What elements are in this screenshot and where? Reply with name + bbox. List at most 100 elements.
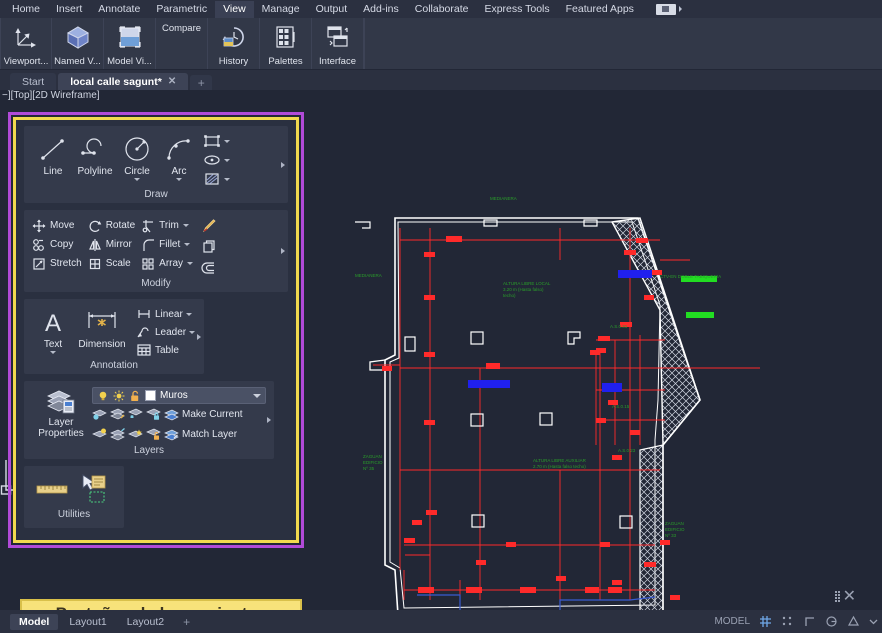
ribbon-tab-collaborate[interactable]: Collaborate bbox=[407, 1, 477, 18]
drag-handle-icon[interactable] bbox=[834, 590, 840, 602]
unlock-icon[interactable] bbox=[129, 390, 141, 402]
tool-copy[interactable]: Copy bbox=[32, 235, 88, 254]
layout-tab-layout2[interactable]: Layout2 bbox=[118, 614, 173, 630]
layer-unisolate-icon[interactable] bbox=[110, 427, 125, 441]
chevron-down-icon[interactable] bbox=[224, 177, 230, 181]
new-tab-button[interactable]: + bbox=[190, 75, 213, 90]
ribbon-button-palettes[interactable]: Palettes bbox=[260, 18, 312, 69]
tool-polyline[interactable]: Polyline bbox=[74, 132, 116, 177]
match-layer-icon[interactable] bbox=[164, 427, 179, 441]
ribbon-button-interface[interactable]: Interface bbox=[312, 18, 364, 69]
file-tab-drawing[interactable]: local calle sagunt* ✕ bbox=[58, 73, 189, 90]
ribbon-tab-home[interactable]: Home bbox=[4, 1, 48, 18]
chevron-down-icon[interactable] bbox=[869, 617, 878, 626]
tool-move[interactable]: Move bbox=[32, 216, 88, 235]
lightbulb-on-icon[interactable] bbox=[97, 390, 109, 402]
ribbon-button-named-views[interactable]: Named V... bbox=[52, 18, 104, 69]
ribbon-tab-express-tools[interactable]: Express Tools bbox=[476, 1, 557, 18]
chevron-down-icon[interactable] bbox=[134, 178, 140, 181]
grid-icon[interactable] bbox=[759, 615, 772, 628]
ribbon-tab-addins[interactable]: Add-ins bbox=[355, 1, 407, 18]
osnap-icon[interactable] bbox=[847, 615, 860, 628]
close-icon[interactable]: ✕ bbox=[168, 76, 176, 87]
ribbon-button-viewport[interactable]: Viewport... bbox=[0, 18, 52, 69]
layer-isolate-icon[interactable] bbox=[110, 407, 125, 421]
drawing-canvas[interactable]: −][Top][2D Wireframe] MEDIANERA MEDIANER… bbox=[0, 90, 882, 610]
ribbon-tab-manage[interactable]: Manage bbox=[254, 1, 308, 18]
ribbon-button-model-viewports[interactable]: Model Vi... bbox=[104, 18, 156, 69]
make-current-label[interactable]: Make Current bbox=[182, 409, 243, 420]
close-icon[interactable]: ✕ bbox=[843, 586, 856, 606]
tool-line[interactable]: Line bbox=[32, 132, 74, 177]
chevron-down-icon[interactable] bbox=[184, 243, 191, 246]
add-layout-button[interactable]: + bbox=[175, 615, 198, 629]
layer-lock-icon[interactable] bbox=[146, 407, 161, 421]
layer-freeze-icon[interactable] bbox=[128, 407, 143, 421]
tool-text[interactable]: A Text bbox=[32, 305, 74, 354]
tool-rectangle[interactable] bbox=[203, 132, 230, 150]
ribbon-tab-featured-apps[interactable]: Featured Apps bbox=[558, 1, 642, 18]
measure-ruler-icon[interactable] bbox=[36, 474, 70, 500]
chevron-down-icon[interactable] bbox=[50, 351, 56, 354]
chevron-down-icon[interactable] bbox=[224, 139, 230, 143]
ribbon-tab-view[interactable]: View bbox=[215, 0, 254, 18]
file-tab-start[interactable]: Start bbox=[10, 73, 57, 90]
chevron-down-icon[interactable] bbox=[224, 158, 230, 162]
tool-ellipse[interactable] bbox=[203, 151, 230, 169]
tool-mirror[interactable]: Mirror bbox=[88, 235, 141, 254]
layer-unlock-icon[interactable] bbox=[146, 427, 161, 441]
ribbon-tab-annotate[interactable]: Annotate bbox=[90, 1, 148, 18]
layer-thaw-icon[interactable] bbox=[128, 427, 143, 441]
tool-array[interactable]: Array bbox=[141, 254, 199, 273]
layout-tab-model[interactable]: Model bbox=[10, 613, 59, 630]
polar-icon[interactable] bbox=[825, 615, 838, 628]
panel-expand-arrow[interactable] bbox=[281, 248, 285, 254]
sun-freeze-icon[interactable] bbox=[113, 390, 125, 402]
app-menu-icon[interactable] bbox=[655, 3, 676, 15]
chevron-down-icon[interactable] bbox=[189, 330, 196, 334]
snap-icon[interactable] bbox=[781, 615, 794, 628]
match-layer-label[interactable]: Match Layer bbox=[182, 429, 237, 440]
tool-arc[interactable]: Arc bbox=[158, 132, 200, 181]
tool-scale[interactable]: Scale bbox=[88, 254, 141, 273]
chevron-down-icon[interactable] bbox=[678, 6, 682, 12]
tool-explode[interactable] bbox=[201, 237, 217, 256]
tool-layer-properties[interactable]: Layer Properties bbox=[32, 387, 90, 444]
layout-tab-layout1[interactable]: Layout1 bbox=[60, 614, 115, 630]
ribbon-button-history[interactable]: History bbox=[208, 18, 260, 69]
tool-stretch[interactable]: Stretch bbox=[32, 254, 88, 273]
ortho-icon[interactable] bbox=[803, 615, 816, 628]
quick-select-icon[interactable] bbox=[80, 474, 110, 508]
chevron-down-icon[interactable] bbox=[176, 178, 182, 181]
make-current-icon[interactable] bbox=[164, 407, 179, 421]
ribbon-tab-parametric[interactable]: Parametric bbox=[148, 1, 215, 18]
panel-expand-arrow[interactable] bbox=[197, 333, 201, 340]
tool-offset[interactable] bbox=[201, 258, 217, 277]
ribbon-button-compare[interactable]: Compare bbox=[156, 18, 208, 69]
tool-rotate[interactable]: Rotate bbox=[88, 216, 141, 235]
layer-turn-on-icon[interactable] bbox=[92, 427, 107, 441]
tool-hatch[interactable] bbox=[203, 170, 230, 188]
ribbon-tab-insert[interactable]: Insert bbox=[48, 1, 90, 18]
chevron-down-icon[interactable] bbox=[182, 224, 189, 227]
tool-table[interactable]: Table bbox=[136, 341, 195, 359]
layer-selector[interactable]: Muros bbox=[92, 387, 266, 404]
tool-fillet[interactable]: Fillet bbox=[141, 235, 199, 254]
tool-linear-dimension[interactable]: Linear bbox=[136, 305, 195, 323]
chevron-down-icon[interactable] bbox=[187, 262, 194, 265]
tool-trim[interactable]: Trim bbox=[141, 216, 199, 235]
panel-expand-arrow[interactable] bbox=[267, 417, 271, 423]
layer-color-swatch[interactable] bbox=[145, 390, 156, 401]
ribbon-overflow-control[interactable] bbox=[655, 3, 682, 15]
chevron-down-icon[interactable] bbox=[253, 393, 261, 398]
chevron-down-icon[interactable] bbox=[185, 312, 192, 316]
tool-dimension[interactable]: Dimension bbox=[74, 305, 130, 350]
ribbon-tab-output[interactable]: Output bbox=[308, 1, 356, 18]
panel-expand-arrow[interactable] bbox=[281, 161, 285, 168]
model-space-toggle[interactable]: MODEL bbox=[714, 616, 750, 627]
tool-erase[interactable] bbox=[201, 216, 217, 235]
tool-circle[interactable]: Circle bbox=[116, 132, 158, 181]
layer-off-icon[interactable] bbox=[92, 407, 107, 421]
tool-leader[interactable]: Leader bbox=[136, 323, 196, 341]
viewport-controls[interactable]: ✕ bbox=[834, 586, 856, 606]
